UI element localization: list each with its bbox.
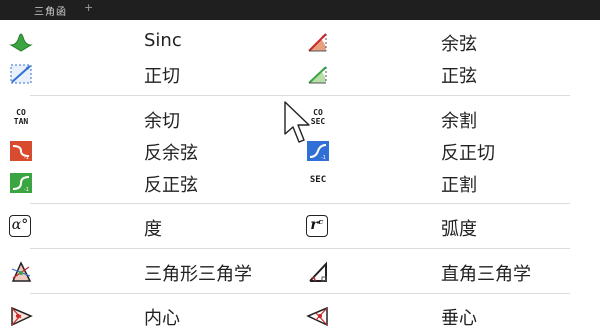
arccosine-icon: -1 [10, 141, 32, 161]
cosine-icon [308, 33, 327, 52]
sinc-label: Sinc [144, 30, 182, 51]
tangent-icon [10, 64, 32, 84]
sinc-icon [9, 33, 33, 52]
triangle-trig-label: 三角形三角学 [144, 264, 252, 285]
incenter-label: 内心 [144, 308, 180, 329]
triangle-trig-item[interactable]: 三角形三角学 [0, 258, 300, 285]
incenter-item[interactable]: 内心 [0, 302, 300, 329]
separator [30, 293, 570, 294]
right-triangle-trig-item[interactable]: 直角三角学 [300, 258, 600, 285]
right-triangle-trig-icon [309, 261, 327, 282]
add-tab-button[interactable]: + [84, 1, 93, 14]
mouse-pointer-icon [284, 101, 310, 143]
cosine-label: 余弦 [441, 34, 477, 55]
arcsine-label: 反正弦 [144, 175, 198, 196]
cosecant-item[interactable]: CO SEC 余割 [300, 105, 600, 132]
cotangent-label: 余切 [144, 111, 180, 132]
triangle-trig-icon [11, 261, 32, 282]
arccosine-item[interactable]: -1 反余弦 [0, 137, 300, 164]
right-triangle-trig-label: 直角三角学 [441, 264, 531, 285]
degree-label: 度 [144, 219, 162, 240]
radian-icon: rᶜ [306, 215, 328, 237]
incenter-icon [11, 306, 33, 327]
svg-text:-1: -1 [321, 155, 326, 161]
separator [30, 203, 570, 204]
svg-text:-1: -1 [24, 187, 29, 193]
arcsine-item[interactable]: -1 反正弦 [0, 169, 300, 196]
arctangent-label: 反正切 [441, 143, 495, 164]
orthocenter-item[interactable]: 垂心 [300, 302, 600, 329]
trig-function-panel: Sinc 余弦 正切 正弦 CO TAN 余切 CO SEC 余割 -1 反余弦… [0, 20, 600, 332]
secant-item[interactable]: SEC 正割 [300, 169, 600, 196]
sinc-item[interactable]: Sinc [0, 28, 300, 54]
arcsine-icon: -1 [10, 173, 32, 193]
radian-label: 弧度 [441, 219, 477, 240]
radian-item[interactable]: rᶜ 弧度 [300, 213, 600, 240]
arctangent-item[interactable]: -1 反正切 [300, 137, 600, 164]
cotangent-icon: CO TAN [13, 108, 29, 126]
tangent-item[interactable]: 正切 [0, 60, 300, 87]
orthocenter-icon [306, 306, 328, 327]
secant-icon: SEC [309, 175, 327, 185]
arccosine-label: 反余弦 [144, 143, 198, 164]
degree-item[interactable]: α° 度 [0, 213, 300, 240]
sine-item[interactable]: 正弦 [300, 60, 600, 87]
svg-text:-1: -1 [24, 155, 29, 161]
tangent-label: 正切 [144, 66, 180, 87]
cosecant-label: 余割 [441, 111, 477, 132]
title-bar: 三角函 + [0, 0, 600, 20]
orthocenter-label: 垂心 [441, 308, 477, 329]
sine-label: 正弦 [441, 66, 477, 87]
secant-label: 正割 [441, 175, 477, 196]
cotangent-item[interactable]: CO TAN 余切 [0, 105, 300, 132]
separator [30, 95, 570, 96]
window-title: 三角函 [34, 7, 67, 18]
sine-icon [308, 66, 327, 84]
separator [30, 248, 570, 249]
degree-icon: α° [9, 215, 31, 237]
cosine-item[interactable]: 余弦 [300, 28, 600, 55]
